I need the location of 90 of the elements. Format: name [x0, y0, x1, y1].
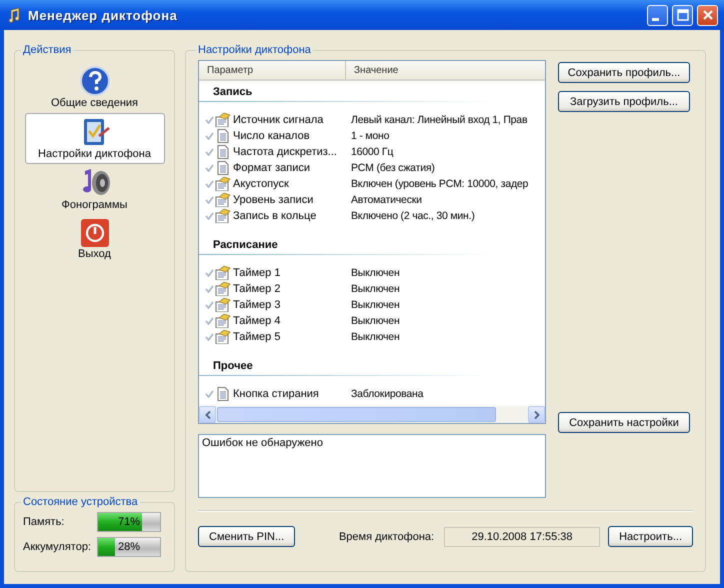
- parameter-name: Число каналов: [232, 130, 311, 142]
- properties-icon: [215, 282, 231, 296]
- parameter-value: PCM (без сжатия): [351, 162, 436, 174]
- parameter-name: Акустопуск: [232, 178, 290, 190]
- parameter-name: Таймер 2: [232, 283, 282, 295]
- properties-icon: [215, 298, 231, 312]
- document-icon: [215, 129, 231, 143]
- parameter-name: Таймер 3: [232, 299, 282, 311]
- settings-row[interactable]: Акустопуск Включен (уровень PCM: 10000, задер: [199, 176, 545, 192]
- save-settings-button[interactable]: Сохранить настройки: [558, 412, 690, 433]
- nav-item[interactable]: Общие сведения: [24, 62, 164, 113]
- panel-title: Действия: [22, 44, 72, 56]
- parameter-name: Источник сигнала: [232, 114, 324, 126]
- parameter-value: Автоматически: [351, 194, 423, 206]
- document-icon: [215, 387, 231, 401]
- close-button[interactable]: [697, 4, 718, 26]
- help-icon: [78, 65, 110, 97]
- meter-label: Память:: [23, 516, 66, 528]
- close-icon: [702, 9, 714, 21]
- column-header[interactable]: Значение: [346, 61, 398, 79]
- properties-icon: [215, 113, 231, 127]
- parameter-value: Выключен: [351, 315, 401, 327]
- parameter-value: Выключен: [351, 267, 401, 279]
- parameter-value: Выключен: [351, 299, 401, 311]
- parameter-value: 16000 Гц: [351, 146, 394, 158]
- settings-row[interactable]: Уровень записи Автоматически: [199, 192, 545, 208]
- parameter-value: Выключен: [351, 283, 401, 295]
- column-header[interactable]: Параметр: [199, 61, 346, 79]
- parameter-value: Левый канал: Линейный вход 1, Прав: [351, 114, 528, 126]
- nav-item[interactable]: Фонограммы: [24, 164, 164, 215]
- parameter-name: Таймер 4: [232, 315, 282, 327]
- configure-button[interactable]: Настроить...: [608, 526, 693, 547]
- parameter-value: Включен (уровень PCM: 10000, задер: [351, 178, 530, 190]
- settings-row[interactable]: Таймер 2 Выключен: [199, 281, 545, 297]
- section-title: Прочее: [213, 360, 253, 372]
- settings-row[interactable]: Запись в кольце Включено (2 час., 30 мин.): [199, 208, 545, 224]
- settings-row[interactable]: Таймер 5 Выключен: [199, 329, 545, 345]
- scroll-thumb[interactable]: [217, 407, 496, 422]
- power-icon: [80, 218, 110, 248]
- profile-button[interactable]: Загрузить профиль...: [558, 91, 690, 112]
- panel-title: Настройки диктофона: [197, 44, 312, 56]
- maximize-icon: [676, 9, 688, 21]
- settings-row[interactable]: Число каналов 1 - моно: [199, 128, 545, 144]
- settings-row[interactable]: Кнопка стирания Заблокирована: [199, 386, 545, 402]
- nav-item[interactable]: Настройки диктофона: [24, 113, 164, 164]
- time-label: Время диктофона:: [338, 530, 434, 542]
- maximize-button[interactable]: [672, 4, 693, 26]
- minimize-button[interactable]: [647, 4, 668, 26]
- section-title: Расписание: [213, 239, 278, 251]
- document-icon: [215, 145, 231, 159]
- meter-reading: 71%: [116, 515, 142, 530]
- parameter-value: Включено (2 час., 30 мин.): [351, 210, 476, 222]
- scroll-left-button[interactable]: [199, 406, 216, 423]
- note-icon: [6, 7, 22, 23]
- settings-row[interactable]: Частота дискретиз... 16000 Гц: [199, 144, 545, 160]
- meter-label: Аккумулятор:: [23, 541, 92, 553]
- nav-item[interactable]: Выход: [24, 215, 164, 264]
- properties-icon: [215, 266, 231, 280]
- meter-reading: 28%: [116, 540, 142, 555]
- properties-icon: [215, 177, 231, 191]
- parameter-name: Частота дискретиз...: [232, 146, 338, 158]
- window-title: Менеджер диктофона: [28, 8, 178, 22]
- settings-row[interactable]: Источник сигнала Левый канал: Линейный вход 1, Прав: [199, 112, 545, 128]
- properties-icon: [215, 209, 231, 223]
- parameter-name: Уровень записи: [232, 194, 314, 206]
- parameter-value: Выключен: [351, 331, 401, 343]
- document-icon: [215, 161, 231, 175]
- profile-button[interactable]: Сохранить профиль...: [558, 62, 690, 83]
- settings-row[interactable]: Таймер 1 Выключен: [199, 265, 545, 281]
- time-field: 29.10.2008 17:55:38: [444, 526, 600, 546]
- scroll-right-button[interactable]: [528, 406, 545, 423]
- check-icon: [205, 390, 214, 398]
- parameter-name: Формат записи: [232, 162, 312, 174]
- parameter-value: 1 - моно: [351, 130, 390, 142]
- section-title: Запись: [213, 86, 252, 98]
- settings-row[interactable]: Таймер 3 Выключен: [199, 297, 545, 313]
- settings-row[interactable]: Формат записи PCM (без сжатия): [199, 160, 545, 176]
- properties-icon: [215, 330, 231, 344]
- properties-icon: [215, 314, 231, 328]
- parameter-value: Заблокирована: [351, 388, 424, 400]
- parameter-name: Кнопка стирания: [232, 388, 320, 400]
- parameter-name: Запись в кольце: [232, 210, 318, 222]
- panel-title: Состояние устройства: [22, 496, 139, 508]
- parameter-name: Таймер 1: [232, 267, 282, 279]
- properties-icon: [215, 193, 231, 207]
- minimize-icon: [652, 18, 659, 20]
- settings-row[interactable]: Таймер 4 Выключен: [199, 313, 545, 329]
- parameter-name: Таймер 5: [232, 331, 282, 343]
- log-message: Ошибок не обнаружено: [202, 437, 323, 449]
- change-pin-button[interactable]: Сменить PIN...: [198, 526, 296, 547]
